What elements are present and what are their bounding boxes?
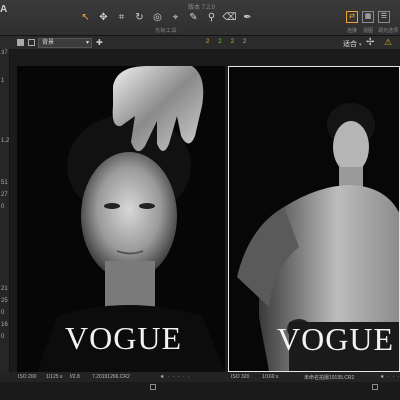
pointer-icon[interactable]: ↖: [78, 11, 93, 25]
image-viewer: VOGUE VOGUE: [10, 50, 400, 372]
zoom-fit-select[interactable]: 适合 ▾: [343, 39, 361, 49]
app-logo: A: [0, 4, 8, 15]
view-mode-icons: [17, 39, 35, 46]
left-value: 37: [1, 50, 8, 56]
single-view-icon[interactable]: [17, 39, 24, 46]
spot-icon[interactable]: ◎: [150, 11, 165, 25]
thumbnail-icon[interactable]: [150, 384, 156, 390]
top-toolbar: A 版本 7.2.0 ↖ ✥ ⌗ ↻ ◎ ⌖ ✎ ⚲ ⌫ ✒ 光标工具 ⇄ ▦ …: [0, 0, 400, 36]
view-icon[interactable]: ▦: [362, 11, 374, 23]
adjust-cursor-icon[interactable]: ✢: [366, 37, 374, 48]
cursor-tools: ↖ ✥ ⌗ ↻ ◎ ⌖ ✎ ⚲ ⌫ ✒: [78, 11, 255, 25]
vogue-masthead: VOGUE: [65, 320, 182, 356]
left-value: 0: [1, 334, 5, 340]
filename: 7.20191266.CR2: [92, 374, 130, 380]
counter-green: 2: [218, 39, 222, 45]
multi-view-icon[interactable]: [28, 39, 35, 46]
left-value: 0: [1, 310, 5, 316]
pan-icon[interactable]: ✥: [96, 11, 111, 25]
photo-variant-1[interactable]: VOGUE: [17, 66, 225, 372]
background-select[interactable]: 背景 ▾: [38, 38, 92, 48]
adjust-icon[interactable]: ☰: [378, 11, 390, 23]
left-value: 0: [1, 204, 5, 210]
tools-label: 光标工具: [155, 28, 178, 34]
stamp-icon[interactable]: ⚲: [204, 11, 219, 25]
right-tools: ⇄ ▦ ☰: [346, 11, 390, 23]
rating-stars[interactable]: ★ · · · · ·: [160, 374, 191, 380]
iso-value: ISO 320: [231, 374, 250, 380]
counter-orange: 2: [230, 39, 235, 45]
iso-value: ISO 200: [18, 374, 37, 380]
thumbnail-icon[interactable]: [372, 384, 378, 390]
zoom-fit-label: 适合: [343, 41, 357, 48]
connect-label: 连接: [346, 28, 357, 34]
picker-icon[interactable]: ⌖: [168, 11, 183, 25]
left-value: 1.2: [1, 138, 10, 144]
adjust-label: 调光选项: [378, 28, 399, 34]
shutter-value: 1/125 s: [46, 374, 63, 380]
bottom-bar: [0, 382, 400, 400]
left-value: 16: [1, 322, 8, 328]
left-value: 1: [1, 78, 5, 84]
chevron-down-icon: ▾: [358, 42, 362, 48]
add-icon[interactable]: ✚: [96, 38, 103, 47]
rotate-icon[interactable]: ↻: [132, 11, 147, 25]
photo-variant-2[interactable]: VOGUE: [228, 66, 400, 372]
counter-yellow: 2: [206, 39, 210, 45]
warning-icon[interactable]: ⚠: [384, 37, 392, 48]
image-info-bar: ISO 200 1/125 s f/2.8 7.20191266.CR2 ★ ·…: [0, 372, 400, 382]
viewer-toolbar: 背景 ▾ ✚ 2 2 2 2 适合 ▾ ✢ ⚠: [0, 36, 400, 50]
background-select-value: 背景: [42, 40, 55, 46]
left-value: 51: [1, 180, 8, 186]
left-tool-panel: 37 1 1.2 51 27 0 21 25 0 16 0: [0, 50, 10, 380]
left-value: 27: [1, 192, 8, 198]
right-labels: 连接 视图 调光选项: [346, 27, 399, 34]
filename: 未命名拍摄19195.CR2: [304, 375, 355, 381]
connect-icon[interactable]: ⇄: [346, 11, 358, 23]
left-value: 21: [1, 286, 8, 292]
brush-icon[interactable]: ✎: [186, 11, 201, 25]
eraser-icon[interactable]: ⌫: [222, 11, 237, 25]
shutter-value: 1/160 s: [262, 374, 279, 380]
pen-icon[interactable]: ✒: [240, 11, 255, 25]
version-label: 版本 7.2.0: [188, 5, 216, 11]
aperture-value: f/2.8: [70, 374, 80, 380]
view-label: 视图: [362, 28, 373, 34]
chevron-down-icon: ▾: [85, 40, 89, 46]
rating-stars[interactable]: ★ · · · · ·: [380, 374, 400, 380]
crop-icon[interactable]: ⌗: [114, 11, 129, 25]
counter-blue: 2: [243, 39, 247, 45]
left-value: 25: [1, 298, 8, 304]
vogue-masthead: VOGUE: [277, 321, 394, 357]
color-counters: 2 2 2 2: [206, 39, 246, 45]
